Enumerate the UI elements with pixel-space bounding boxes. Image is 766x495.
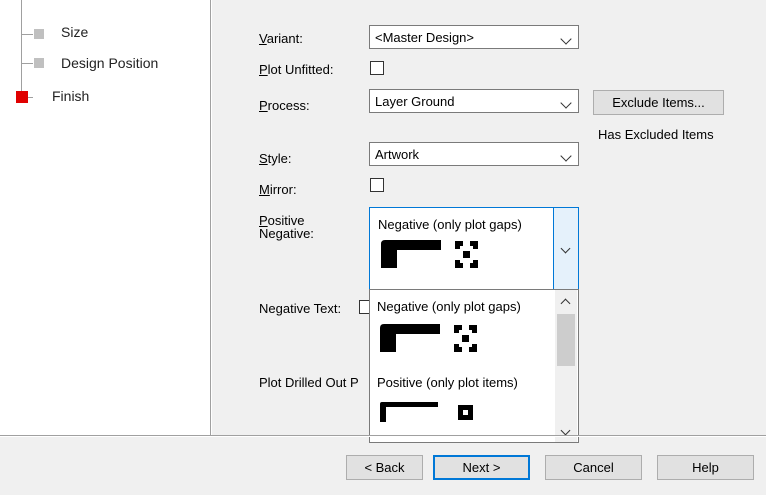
chevron-down-icon [560, 33, 572, 45]
dropdown-scrollbar[interactable] [555, 290, 577, 442]
variant-label: Variant: [259, 31, 303, 46]
chevron-up-icon[interactable] [560, 298, 571, 309]
wizard-steps-tree: Size Design Position Finish [0, 0, 210, 435]
style-select[interactable]: Artwork [369, 142, 579, 166]
positive-preview-icon [380, 402, 473, 422]
option-label: Positive (only plot items) [377, 375, 518, 390]
exclude-items-button[interactable]: Exclude Items... [593, 90, 724, 115]
scrollbar-thumb[interactable] [557, 314, 575, 366]
positive-negative-dropdown-button[interactable] [553, 208, 578, 289]
variant-value: <Master Design> [375, 30, 474, 45]
help-button[interactable]: Help [657, 455, 754, 480]
variant-select[interactable]: <Master Design> [369, 25, 579, 49]
tree-line [21, 63, 33, 64]
chevron-down-icon [560, 150, 572, 162]
positive-negative-label-line2: Negative: [259, 226, 314, 241]
negative-preview-icon [380, 324, 477, 352]
process-label: Process: [259, 98, 310, 113]
plot-unfitted-checkbox[interactable] [370, 61, 384, 75]
dropdown-option-positive[interactable]: Positive (only plot items) [370, 368, 556, 442]
panel-divider-highlight [211, 0, 212, 435]
tree-item-size[interactable]: Size [61, 24, 88, 40]
tree-line [21, 0, 22, 98]
process-select[interactable]: Layer Ground [369, 89, 579, 113]
chevron-down-icon [560, 243, 571, 254]
mirror-checkbox[interactable] [370, 178, 384, 192]
back-button[interactable]: < Back [346, 455, 423, 480]
chevron-down-icon [560, 97, 572, 109]
option-label: Negative (only plot gaps) [377, 299, 521, 314]
has-excluded-items-text: Has Excluded Items [598, 127, 714, 142]
tree-item-finish[interactable]: Finish [52, 88, 89, 104]
process-value: Layer Ground [375, 94, 455, 109]
tree-item-design-position[interactable]: Design Position [61, 55, 158, 71]
style-label: Style: [259, 151, 292, 166]
positive-negative-dropdown-list[interactable]: Negative (only plot gaps) Positive (only… [369, 289, 579, 443]
tree-node-active-icon [16, 91, 28, 103]
cancel-button[interactable]: Cancel [545, 455, 642, 480]
positive-negative-select[interactable]: Negative (only plot gaps) [369, 207, 579, 290]
tree-line [21, 34, 33, 35]
dropdown-option-negative[interactable]: Negative (only plot gaps) [370, 290, 556, 364]
mirror-label: Mirror: [259, 182, 297, 197]
negative-preview-icon [381, 240, 478, 268]
next-button[interactable]: Next > [433, 455, 530, 480]
chevron-down-icon[interactable] [560, 425, 571, 436]
tree-node-icon [34, 58, 44, 68]
plot-unfitted-label: Plot Unfitted: [259, 62, 334, 77]
positive-negative-value: Negative (only plot gaps) [378, 217, 522, 232]
negative-text-label: Negative Text: [259, 301, 342, 316]
style-value: Artwork [375, 147, 420, 162]
plot-drilled-out-label: Plot Drilled Out P [259, 375, 359, 390]
tree-node-icon [34, 29, 44, 39]
bottom-divider-highlight [0, 436, 766, 437]
